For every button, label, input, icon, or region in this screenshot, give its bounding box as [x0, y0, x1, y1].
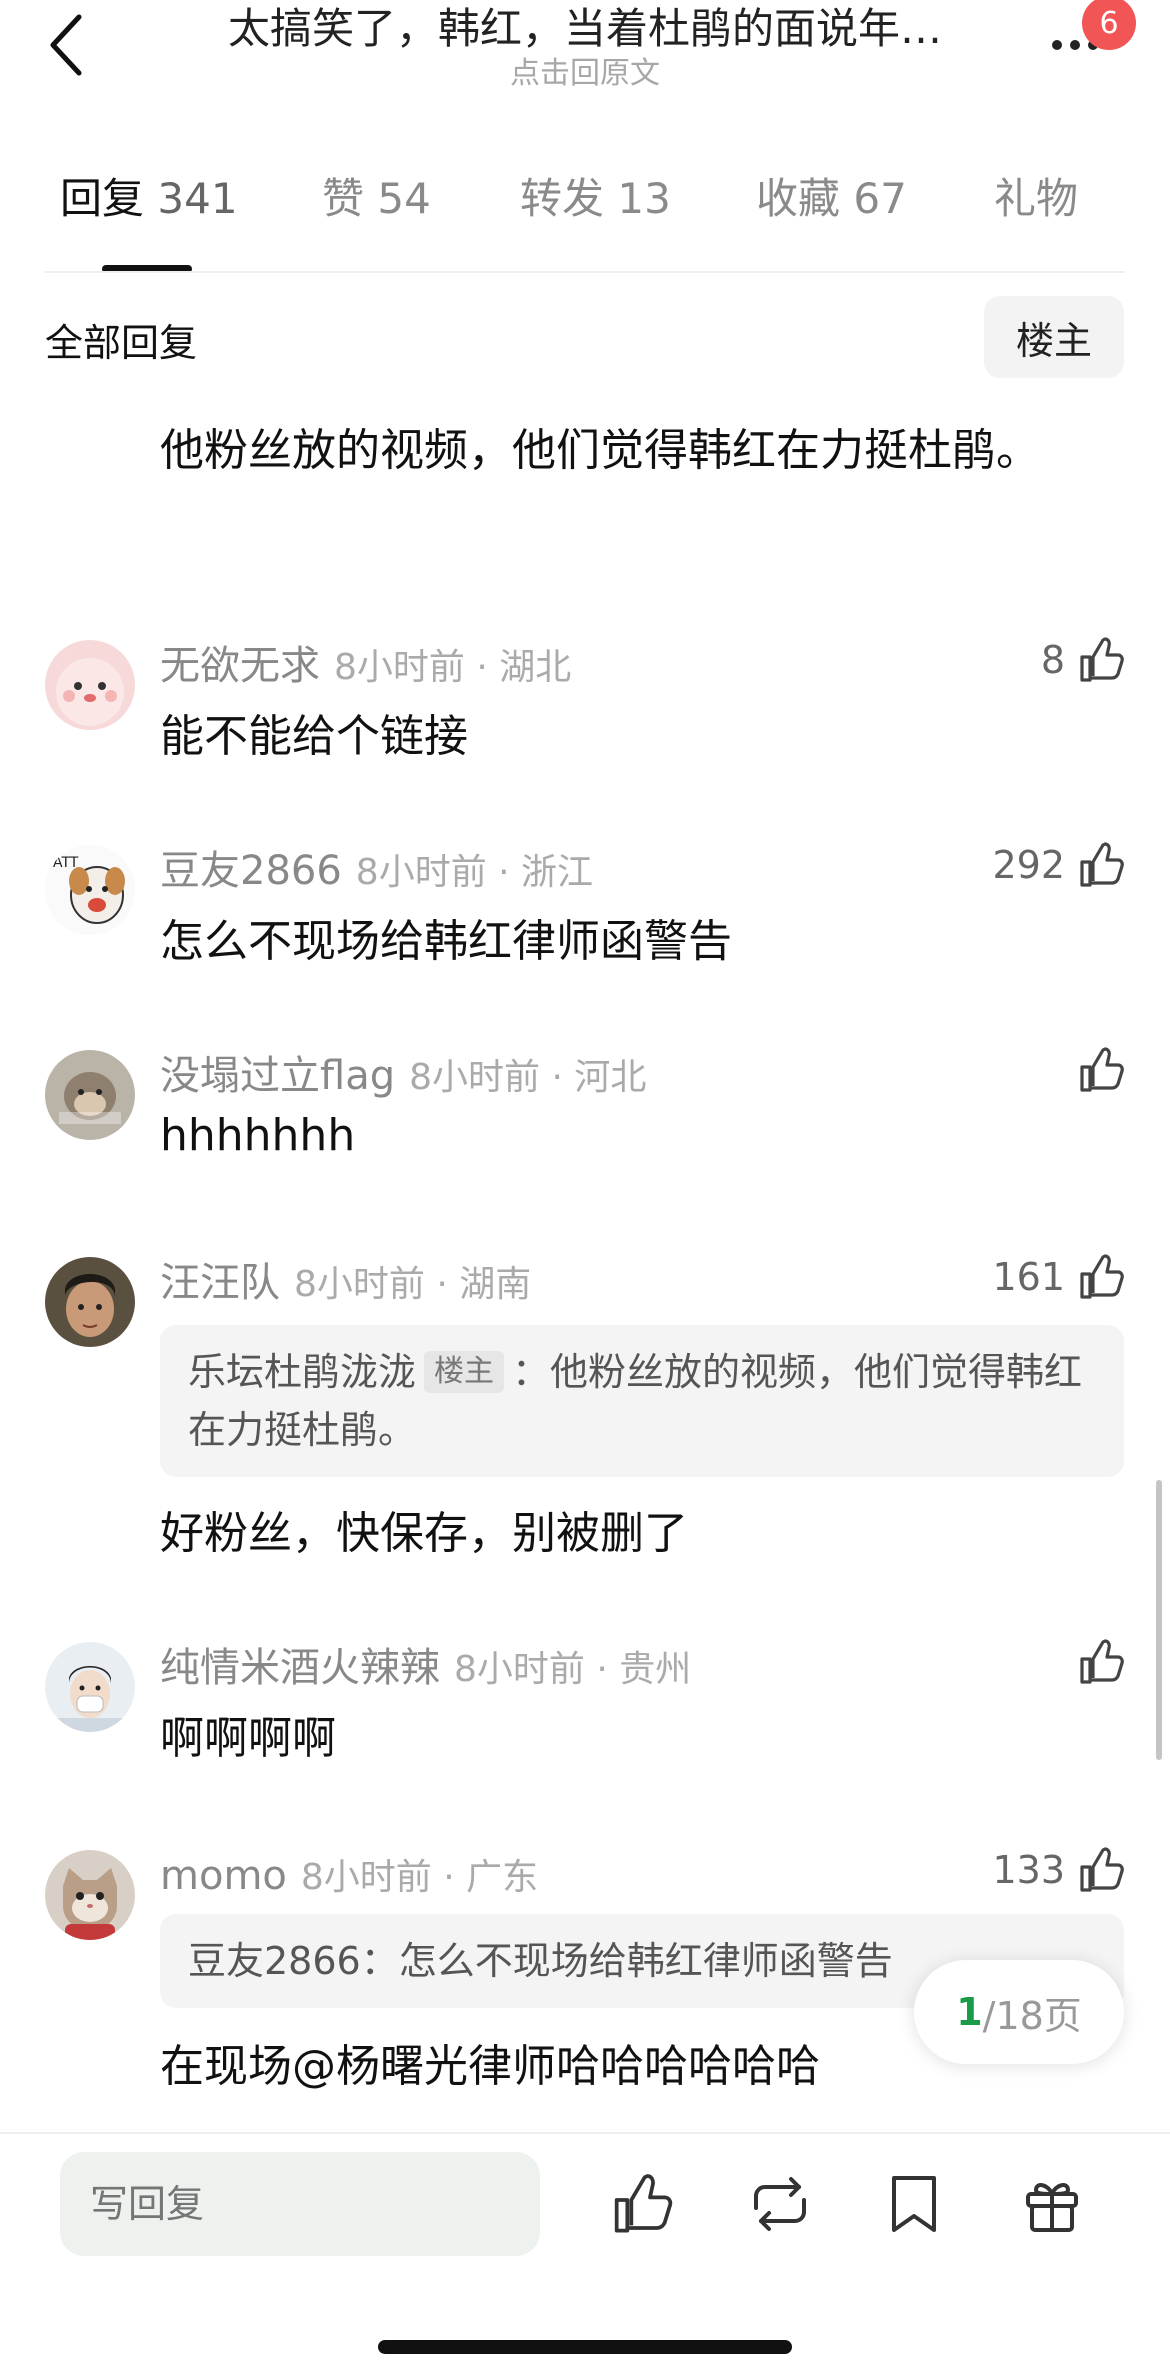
bottom-bar-divider	[0, 2132, 1170, 2134]
bookmark-icon	[892, 2176, 936, 2232]
like-button[interactable]: 8	[1041, 636, 1125, 684]
tab-count: 67	[853, 174, 907, 223]
current-page: 1	[956, 1990, 983, 2034]
repost-button[interactable]	[744, 2168, 816, 2240]
like-count: 161	[992, 1255, 1065, 1299]
partial-comment-text: 他粉丝放的视频，他们觉得韩红在力挺杜鹃。	[160, 425, 1040, 476]
comment-meta: 8小时前 · 河北	[409, 1057, 647, 1098]
thumbs-up-icon	[1080, 1847, 1124, 1892]
top-navigation-bar: 太搞笑了，韩红，当着杜鹃的面说年… 点击回原文 6	[0, 0, 1170, 110]
reply-input[interactable]	[60, 2152, 540, 2256]
username[interactable]: momo	[160, 1853, 287, 1899]
tab-label: 收藏	[756, 174, 841, 223]
quoted-username: 豆友2866	[188, 1939, 361, 1983]
tab-label: 赞	[322, 174, 365, 223]
svg-text:ATT: ATT	[53, 855, 79, 871]
username[interactable]: 豆友2866	[160, 848, 342, 894]
tab-count: 341	[157, 174, 238, 223]
avatar[interactable]	[45, 1050, 135, 1140]
like-post-button[interactable]	[606, 2168, 678, 2240]
total-pages: /18页	[982, 1993, 1082, 2038]
notification-badge: 6	[1082, 0, 1136, 50]
chevron-left-icon	[50, 14, 82, 76]
comment-header: 豆友2866 8小时前 · 浙江	[160, 845, 593, 899]
comment-meta: 8小时前 · 广东	[300, 1857, 539, 1898]
comment-text: 好粉丝，快保存，别被删了	[160, 1508, 688, 1559]
comment-header: 无欲无求 8小时前 · 湖北	[160, 640, 571, 694]
tab-count: 54	[377, 174, 431, 223]
avatar[interactable]	[45, 1257, 135, 1347]
scrollbar[interactable]	[1156, 1480, 1162, 1760]
tabs-divider	[45, 271, 1125, 273]
thumbs-up-icon	[1080, 1254, 1124, 1299]
like-count: 133	[992, 1848, 1065, 1892]
gift-button[interactable]	[1016, 2168, 1088, 2240]
like-count: 8	[1040, 638, 1065, 682]
back-to-original-link[interactable]: 点击回原文	[190, 56, 980, 92]
tab-count: 13	[617, 174, 671, 223]
comment-text: 在现场@杨曙光律师哈哈哈哈哈哈	[160, 2041, 820, 2092]
quoted-reply[interactable]: 乐坛杜鹃泷泷 楼主 ：他粉丝放的视频，他们觉得韩红在力挺杜鹃。	[160, 1325, 1124, 1477]
tab-reposts[interactable]: 转发 13	[520, 165, 671, 226]
post-title[interactable]: 太搞笑了，韩红，当着杜鹃的面说年…	[190, 0, 980, 58]
thumbs-up-icon	[1080, 1047, 1124, 1092]
comment-text: 啊啊啊啊	[160, 1713, 336, 1764]
thumbs-up-icon	[1080, 637, 1124, 682]
comment-header: 汪汪队 8小时前 · 湖南	[160, 1257, 531, 1311]
avatar[interactable]	[45, 1642, 135, 1732]
tab-likes[interactable]: 赞 54	[322, 165, 431, 226]
tab-label: 礼物	[994, 174, 1079, 223]
comment-meta: 8小时前 · 湖北	[334, 647, 572, 688]
like-button[interactable]: 133	[992, 1846, 1125, 1894]
thumbs-up-icon	[1080, 1639, 1124, 1684]
tab-replies[interactable]: 回复 341	[60, 165, 238, 226]
tab-collections[interactable]: 收藏 67	[756, 165, 907, 226]
engagement-tabs: 回复 341 赞 54 转发 13 收藏 67 礼物	[0, 165, 1170, 275]
quote-separator: ：	[512, 1350, 551, 1394]
bookmark-button[interactable]	[878, 2168, 950, 2240]
comment-header: 纯情米酒火辣辣 8小时前 · 贵州	[160, 1642, 691, 1696]
comment-header: momo 8小时前 · 广东	[160, 1850, 538, 1904]
comment-meta: 8小时前 · 贵州	[454, 1649, 692, 1690]
tab-gifts[interactable]: 礼物	[994, 165, 1078, 226]
comment-meta: 8小时前 · 湖南	[294, 1264, 532, 1305]
comment-text: 能不能给个链接	[160, 711, 468, 762]
avatar[interactable]	[45, 1850, 135, 1940]
like-button[interactable]: 161	[992, 1253, 1125, 1301]
comment-meta: 8小时前 · 浙江	[355, 852, 594, 893]
thumbs-up-icon	[1080, 842, 1124, 887]
repost-icon	[754, 2177, 806, 2231]
gift-icon	[1026, 2183, 1078, 2232]
username[interactable]: 无欲无求	[160, 643, 320, 689]
op-only-filter-button[interactable]: 楼主	[984, 296, 1124, 378]
quoted-text: 怎么不现场给韩红律师函警告	[398, 1939, 893, 1983]
tab-label: 回复	[60, 174, 145, 223]
username[interactable]: 汪汪队	[160, 1260, 280, 1306]
like-button[interactable]	[1065, 1638, 1125, 1686]
username[interactable]: 没塌过立flag	[160, 1053, 395, 1099]
comment-text: 怎么不现场给韩红律师函警告	[160, 916, 732, 967]
like-button[interactable]	[1065, 1046, 1125, 1094]
avatar[interactable]: ATT	[45, 845, 135, 935]
home-indicator[interactable]	[378, 2340, 792, 2354]
comment-header: 没塌过立flag 8小时前 · 河北	[160, 1050, 646, 1104]
quoted-username: 乐坛杜鹃泷泷	[188, 1350, 417, 1394]
avatar[interactable]	[45, 640, 135, 730]
all-replies-heading: 全部回复	[45, 321, 198, 365]
op-tag: 楼主	[424, 1351, 505, 1393]
comment-text: hhhhhhh	[160, 1110, 356, 1161]
post-title-area[interactable]: 太搞笑了，韩红，当着杜鹃的面说年… 点击回原文	[190, 0, 980, 92]
pagination-button[interactable]: 1/18页	[914, 1960, 1124, 2064]
like-count: 292	[992, 843, 1065, 887]
thumbs-up-icon	[614, 2174, 673, 2233]
back-button[interactable]	[40, 10, 90, 80]
quote-separator: ：	[360, 1939, 399, 1983]
username[interactable]: 纯情米酒火辣辣	[160, 1645, 440, 1691]
like-button[interactable]: 292	[992, 841, 1125, 889]
tab-label: 转发	[520, 174, 605, 223]
